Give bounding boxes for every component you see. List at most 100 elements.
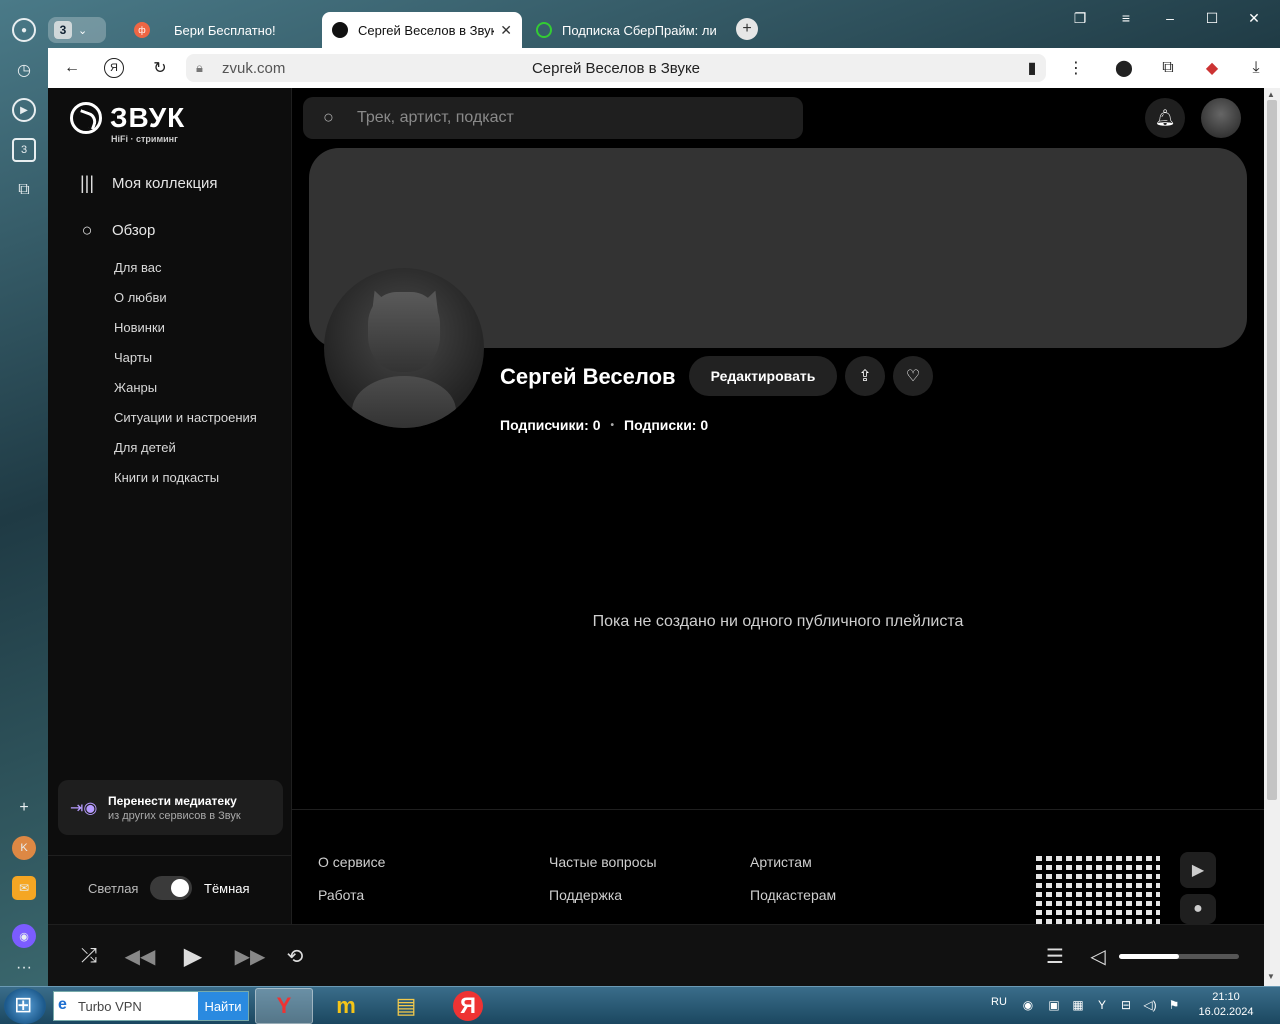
adblock-icon[interactable]: ◆ bbox=[1200, 56, 1224, 80]
history-icon[interactable]: ◷ bbox=[12, 58, 36, 82]
translate-icon[interactable]: ⧉ bbox=[1156, 56, 1180, 80]
page-scrollbar[interactable]: ▲ ▼ bbox=[1264, 88, 1280, 986]
taskbar-market[interactable]: m bbox=[317, 988, 375, 1024]
taskbar-yandex[interactable]: Я bbox=[439, 988, 497, 1024]
volume-slider[interactable] bbox=[1119, 954, 1239, 959]
scroll-up-icon[interactable]: ▲ bbox=[1267, 90, 1275, 99]
clock[interactable]: 21:10 16.02.2024 bbox=[1190, 990, 1262, 1020]
tab-zvuk[interactable]: Сергей Веселов в Звуке ✕ bbox=[322, 12, 522, 48]
user-avatar-button[interactable] bbox=[1201, 98, 1241, 138]
nvidia-icon[interactable]: ▦ bbox=[1070, 997, 1086, 1013]
previous-icon[interactable]: ◀◀ bbox=[122, 943, 158, 969]
nav-sub-love[interactable]: О любви bbox=[114, 290, 167, 305]
kebab-menu-icon[interactable]: ⋮ bbox=[1064, 56, 1088, 80]
bell-icon: 🔔︎ bbox=[1154, 110, 1176, 127]
app-store-button[interactable]: ● bbox=[1180, 894, 1216, 924]
language-indicator[interactable]: RU bbox=[991, 996, 1007, 1008]
theme-switcher: Светлая Тёмная bbox=[48, 855, 292, 925]
play-button[interactable]: ▶ bbox=[180, 943, 206, 970]
nav-sub-for-you[interactable]: Для вас bbox=[114, 260, 162, 275]
followers-count[interactable]: Подписчики: 0 bbox=[500, 417, 601, 433]
add-icon[interactable]: + bbox=[12, 796, 36, 820]
search-icon: ○ bbox=[81, 219, 93, 240]
ie-icon: e bbox=[58, 996, 67, 1013]
bookmark-icon[interactable]: ▮ bbox=[1020, 56, 1044, 80]
footer-link-faq[interactable]: Частые вопросы bbox=[549, 854, 657, 870]
mail-icon[interactable]: ✉ bbox=[12, 876, 36, 900]
yandex-tray-icon[interactable]: Y bbox=[1094, 997, 1110, 1013]
nav-sub-books[interactable]: Книги и подкасты bbox=[114, 470, 219, 485]
download-icon[interactable]: ⤓ bbox=[1244, 56, 1268, 80]
nav-browse[interactable]: ○ Обзор bbox=[76, 219, 156, 241]
nav-sub-moods[interactable]: Ситуации и настроения bbox=[114, 410, 257, 425]
more-icon[interactable]: ··· bbox=[12, 956, 36, 980]
play-icon[interactable]: ▶ bbox=[12, 98, 36, 122]
url-field[interactable]: 🔒︎ zvuk.com Сергей Веселов в Звуке bbox=[186, 54, 1046, 82]
zvuk-logo[interactable]: ЗВУК bbox=[70, 102, 185, 134]
theme-toggle[interactable] bbox=[150, 876, 192, 900]
donate-button[interactable]: ♡ bbox=[893, 356, 933, 396]
footer-link-artists[interactable]: Артистам bbox=[750, 854, 812, 870]
zvuk-logo-icon bbox=[70, 102, 102, 134]
share-button[interactable]: ⇪ bbox=[845, 356, 885, 396]
tab-group-badge[interactable]: 3 ⌄ bbox=[48, 17, 106, 43]
next-icon[interactable]: ▶▶ bbox=[232, 943, 268, 969]
tab-sberprime[interactable]: Подписка СберПрайм: ли bbox=[526, 12, 726, 48]
google-play-button[interactable]: ▶ bbox=[1180, 852, 1216, 888]
alice-icon[interactable]: ◉ bbox=[12, 924, 36, 948]
scroll-down-icon[interactable]: ▼ bbox=[1267, 972, 1275, 981]
qr-code bbox=[1036, 852, 1160, 924]
sound-icon[interactable]: ◁) bbox=[1142, 997, 1158, 1013]
footer-link-jobs[interactable]: Работа bbox=[318, 887, 364, 903]
scrollbar-thumb[interactable] bbox=[1267, 100, 1277, 800]
tray-icon[interactable]: ◉ bbox=[1020, 997, 1036, 1013]
network-icon[interactable]: ⊟ bbox=[1118, 997, 1134, 1013]
edit-profile-button[interactable]: Редактировать bbox=[689, 356, 837, 396]
minimize-icon[interactable]: – bbox=[1160, 8, 1180, 28]
shuffle-icon[interactable]: ⤮ bbox=[76, 943, 102, 969]
taskbar-explorer[interactable]: ▤ bbox=[377, 988, 435, 1024]
start-button[interactable] bbox=[4, 988, 46, 1024]
browser-sidebar: ● ◷ ▶ 3 ⧉ + K ✉ ◉ ··· bbox=[0, 0, 48, 986]
taskbar-search[interactable]: e Turbo VPN Найти bbox=[53, 991, 249, 1021]
footer-link-about[interactable]: О сервисе bbox=[318, 854, 385, 870]
nav-sub-genres[interactable]: Жанры bbox=[114, 380, 157, 395]
play-store-icon: ▶ bbox=[1191, 862, 1205, 879]
tab-free[interactable]: ф Бери Бесплатно! bbox=[124, 12, 320, 48]
new-tab-button[interactable]: + bbox=[736, 18, 758, 40]
tray-icon[interactable]: ▣ bbox=[1046, 997, 1062, 1013]
volume-icon[interactable]: ◁ bbox=[1085, 943, 1111, 969]
flag-icon[interactable]: ⚑ bbox=[1166, 997, 1182, 1013]
bookmarks-panel-icon[interactable]: ❐ bbox=[1070, 8, 1090, 28]
following-count[interactable]: Подписки: 0 bbox=[624, 417, 708, 433]
footer-link-support[interactable]: Поддержка bbox=[549, 887, 622, 903]
profile-avatar[interactable] bbox=[324, 268, 484, 428]
repeat-icon[interactable]: ⟲ bbox=[282, 943, 308, 969]
nav-sub-new[interactable]: Новинки bbox=[114, 320, 165, 335]
yandex-icon[interactable]: Я bbox=[104, 58, 124, 78]
close-icon[interactable]: ✕ bbox=[500, 22, 512, 39]
nav-sub-charts[interactable]: Чарты bbox=[114, 350, 152, 365]
taskbar-yandex-browser[interactable]: Y bbox=[255, 988, 313, 1024]
tab-title: Подписка СберПрайм: ли bbox=[562, 22, 716, 38]
nav-sub-kids[interactable]: Для детей bbox=[114, 440, 176, 455]
reload-icon[interactable]: ↻ bbox=[148, 56, 172, 80]
queue-icon[interactable]: ☰ bbox=[1042, 943, 1068, 969]
extensions-icon[interactable]: ⬤ bbox=[1112, 56, 1136, 80]
close-window-icon[interactable]: ✕ bbox=[1244, 8, 1264, 28]
menu-icon[interactable]: ≡ bbox=[1116, 8, 1136, 28]
logo-text: ЗВУК bbox=[110, 102, 186, 133]
maximize-icon[interactable]: ☐ bbox=[1202, 8, 1222, 28]
back-icon[interactable]: ← bbox=[60, 56, 84, 80]
tab-group-icon[interactable]: 3 bbox=[12, 138, 36, 162]
search-input[interactable]: ○ Трек, артист, подкаст bbox=[303, 97, 803, 139]
transfer-library-card[interactable]: ⇥◉ Перенести медиатеку из других сервисо… bbox=[58, 780, 283, 835]
screenshot-icon[interactable]: ⧉ bbox=[12, 178, 36, 202]
left-navigation: ЗВУК HiFi · стриминг ||| Моя коллекция ○… bbox=[48, 88, 292, 924]
kinopoisk-icon[interactable]: K bbox=[12, 836, 36, 860]
footer-link-podcasters[interactable]: Подкастерам bbox=[750, 887, 836, 903]
notifications-button[interactable]: 🔔︎ bbox=[1145, 98, 1185, 138]
nav-my-collection[interactable]: ||| Моя коллекция bbox=[76, 172, 218, 194]
taskbar-search-button[interactable]: Найти bbox=[198, 992, 248, 1020]
profile-icon[interactable]: ● bbox=[12, 18, 36, 42]
